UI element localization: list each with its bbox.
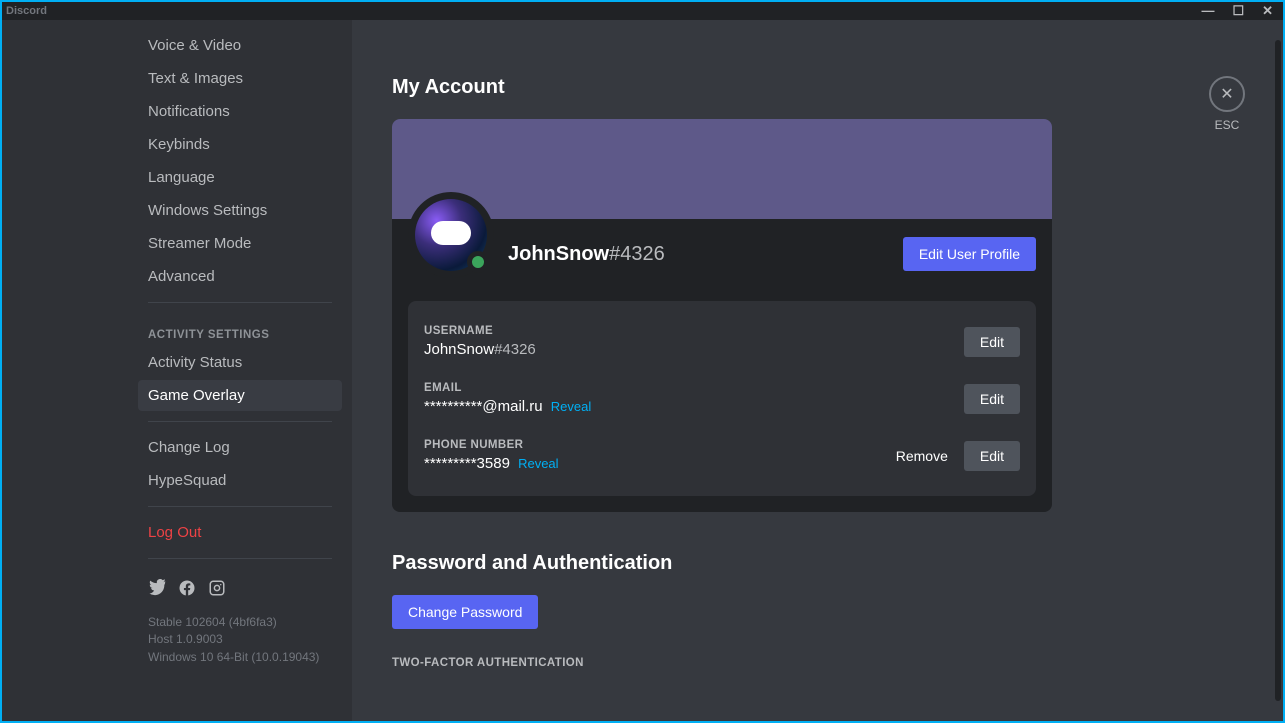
facebook-icon[interactable] bbox=[178, 579, 196, 602]
username-label: USERNAME bbox=[424, 325, 536, 337]
sidebar-header-activity: ACTIVITY SETTINGS bbox=[138, 313, 342, 347]
user-discriminator: #4326 bbox=[609, 243, 665, 265]
settings-sidebar: Voice & Video Text & Images Notification… bbox=[2, 20, 352, 721]
password-section-title: Password and Authentication bbox=[392, 552, 1052, 575]
change-password-button[interactable]: Change Password bbox=[392, 595, 538, 629]
email-row: EMAIL **********@mail.ru Reveal Edit bbox=[424, 374, 1020, 423]
sidebar-item-activity-status[interactable]: Activity Status bbox=[138, 347, 342, 378]
email-label: EMAIL bbox=[424, 382, 591, 394]
window-titlebar: Discord — ☐ ✕ bbox=[2, 2, 1283, 20]
user-tag: JohnSnow#4326 bbox=[508, 243, 665, 266]
twofa-header: TWO-FACTOR AUTHENTICATION bbox=[392, 657, 1052, 669]
sidebar-item-windows-settings[interactable]: Windows Settings bbox=[138, 195, 342, 226]
sidebar-item-text-images[interactable]: Text & Images bbox=[138, 63, 342, 94]
version-os: Windows 10 64-Bit (10.0.19043) bbox=[148, 649, 332, 666]
sidebar-item-keybinds[interactable]: Keybinds bbox=[138, 129, 342, 160]
settings-content: ✕ ESC My Account JohnSnow#4326 Edit User… bbox=[352, 20, 1283, 721]
close-settings-button[interactable]: ✕ ESC bbox=[1209, 76, 1245, 132]
phone-value: *********3589 bbox=[424, 455, 510, 472]
reveal-email-link[interactable]: Reveal bbox=[551, 399, 591, 414]
username-row: USERNAME JohnSnow#4326 Edit bbox=[424, 317, 1020, 366]
sidebar-item-notifications[interactable]: Notifications bbox=[138, 96, 342, 127]
status-online-icon bbox=[467, 251, 489, 273]
sidebar-item-hypesquad[interactable]: HypeSquad bbox=[138, 465, 342, 496]
edit-user-profile-button[interactable]: Edit User Profile bbox=[903, 237, 1036, 271]
account-card: JohnSnow#4326 Edit User Profile USERNAME… bbox=[392, 119, 1052, 512]
page-title: My Account bbox=[392, 76, 1052, 99]
sidebar-separator bbox=[148, 421, 332, 422]
username-discriminator: #4326 bbox=[494, 341, 536, 358]
reveal-phone-link[interactable]: Reveal bbox=[518, 456, 558, 471]
instagram-icon[interactable] bbox=[208, 579, 226, 602]
version-host: Host 1.0.9003 bbox=[148, 631, 332, 648]
profile-banner bbox=[392, 119, 1052, 219]
window-title: Discord bbox=[6, 5, 47, 17]
close-hint-label: ESC bbox=[1209, 118, 1245, 132]
version-build: Stable 102604 (4bf6fa3) bbox=[148, 614, 332, 631]
username-value: JohnSnow bbox=[424, 341, 494, 358]
twitter-icon[interactable] bbox=[148, 579, 166, 602]
email-value: **********@mail.ru bbox=[424, 398, 543, 415]
remove-phone-link[interactable]: Remove bbox=[896, 448, 948, 464]
sidebar-item-logout[interactable]: Log Out bbox=[138, 517, 342, 548]
scrollbar[interactable] bbox=[1275, 40, 1281, 701]
edit-phone-button[interactable]: Edit bbox=[964, 441, 1020, 471]
phone-row: PHONE NUMBER *********3589 Reveal Remove… bbox=[424, 431, 1020, 480]
edit-email-button[interactable]: Edit bbox=[964, 384, 1020, 414]
sidebar-separator bbox=[148, 302, 332, 303]
window-close-icon[interactable]: ✕ bbox=[1262, 3, 1273, 19]
sidebar-item-advanced[interactable]: Advanced bbox=[138, 261, 342, 292]
avatar[interactable] bbox=[408, 192, 494, 278]
sidebar-item-streamer-mode[interactable]: Streamer Mode bbox=[138, 228, 342, 259]
sidebar-separator bbox=[148, 558, 332, 559]
sidebar-separator bbox=[148, 506, 332, 507]
sidebar-item-game-overlay[interactable]: Game Overlay bbox=[138, 380, 342, 411]
window-minimize-icon[interactable]: — bbox=[1201, 3, 1214, 19]
user-name: JohnSnow bbox=[508, 243, 609, 265]
close-icon: ✕ bbox=[1220, 84, 1233, 104]
window-maximize-icon[interactable]: ☐ bbox=[1232, 3, 1244, 19]
sidebar-item-voice-video[interactable]: Voice & Video bbox=[138, 30, 342, 61]
sidebar-item-change-log[interactable]: Change Log bbox=[138, 432, 342, 463]
phone-label: PHONE NUMBER bbox=[424, 439, 559, 451]
edit-username-button[interactable]: Edit bbox=[964, 327, 1020, 357]
sidebar-item-language[interactable]: Language bbox=[138, 162, 342, 193]
